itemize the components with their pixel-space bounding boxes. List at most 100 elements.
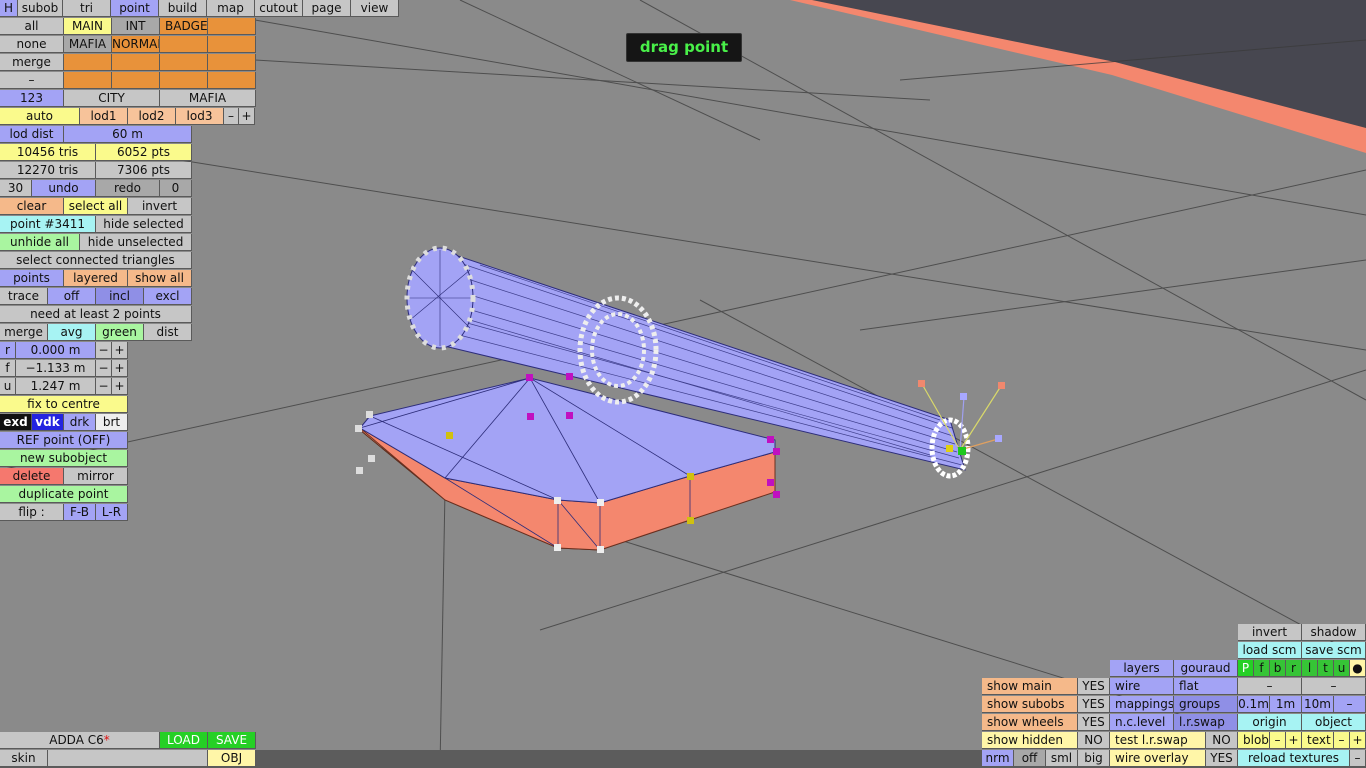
- wire-overlay-value[interactable]: YES: [1206, 750, 1238, 767]
- trace-off-button[interactable]: off: [48, 288, 96, 305]
- layer-number[interactable]: 123: [0, 90, 64, 107]
- layer-empty-6[interactable]: [160, 54, 208, 71]
- render-big-button[interactable]: big: [1078, 750, 1110, 767]
- shadow-button[interactable]: shadow: [1302, 624, 1366, 641]
- text-minus[interactable]: –: [1334, 732, 1350, 749]
- menu-tri[interactable]: tri: [63, 0, 111, 17]
- coord-f-minus[interactable]: −: [96, 360, 112, 377]
- layer-empty-3[interactable]: [208, 36, 256, 53]
- blob-minus[interactable]: –: [1270, 732, 1286, 749]
- hide-selected-button[interactable]: hide selected: [96, 216, 192, 233]
- coord-r-value[interactable]: 0.000 m: [16, 342, 96, 359]
- skin-field[interactable]: [48, 750, 208, 767]
- wire-button[interactable]: wire: [1110, 678, 1174, 695]
- obj-button[interactable]: OBJ: [208, 750, 256, 767]
- menu-h[interactable]: H: [0, 0, 18, 17]
- layer-city[interactable]: CITY: [64, 90, 160, 107]
- layer-empty-5[interactable]: [112, 54, 160, 71]
- show-main-value[interactable]: YES: [1078, 678, 1110, 695]
- select-connected-button[interactable]: select connected triangles: [0, 252, 192, 269]
- hide-unselected-button[interactable]: hide unselected: [80, 234, 192, 251]
- save-scm-button[interactable]: save scm: [1302, 642, 1366, 659]
- load-scm-button[interactable]: load scm: [1238, 642, 1302, 659]
- coord-f-plus[interactable]: +: [112, 360, 128, 377]
- view-dash-2[interactable]: –: [1302, 678, 1366, 695]
- layer-mafia-group[interactable]: MAFIA: [160, 90, 256, 107]
- gouraud-button[interactable]: gouraud: [1174, 660, 1238, 677]
- load-button[interactable]: LOAD: [160, 732, 208, 749]
- layer-empty-7[interactable]: [208, 54, 256, 71]
- render-off-button[interactable]: off: [1014, 750, 1046, 767]
- show-hidden-value[interactable]: NO: [1078, 732, 1110, 749]
- blob-plus[interactable]: +: [1286, 732, 1302, 749]
- flag-u[interactable]: u: [1334, 660, 1350, 677]
- groups-button[interactable]: groups: [1174, 696, 1238, 713]
- layer-empty-8[interactable]: [64, 72, 112, 89]
- show-hidden-label[interactable]: show hidden: [982, 732, 1078, 749]
- text-plus[interactable]: +: [1350, 732, 1366, 749]
- flag-p[interactable]: P: [1238, 660, 1254, 677]
- coord-r-plus[interactable]: +: [112, 342, 128, 359]
- layers-all-button[interactable]: all: [0, 18, 64, 35]
- show-subobs-label[interactable]: show subobs: [982, 696, 1078, 713]
- test-lr-swap-value[interactable]: NO: [1206, 732, 1238, 749]
- lod-dist-value[interactable]: 60 m: [64, 126, 192, 143]
- flag-t[interactable]: t: [1318, 660, 1334, 677]
- brt-button[interactable]: brt: [96, 414, 128, 431]
- invert-selection-button[interactable]: invert: [128, 198, 192, 215]
- render-nrm-button[interactable]: nrm: [982, 750, 1014, 767]
- redo-button[interactable]: redo: [96, 180, 160, 197]
- coord-u-value[interactable]: 1.247 m: [16, 378, 96, 395]
- blob-button[interactable]: blob: [1238, 732, 1270, 749]
- points-mode-button[interactable]: points: [0, 270, 64, 287]
- layers-dash-button[interactable]: –: [0, 72, 64, 89]
- duplicate-point-button[interactable]: duplicate point: [0, 486, 128, 503]
- lod3-button[interactable]: lod3: [176, 108, 224, 125]
- reload-textures-button[interactable]: reload textures: [1238, 750, 1350, 767]
- save-button[interactable]: SAVE: [208, 732, 256, 749]
- flag-b[interactable]: b: [1270, 660, 1286, 677]
- exd-button[interactable]: exd: [0, 414, 32, 431]
- test-lr-swap-button[interactable]: test l.r.swap: [1110, 732, 1206, 749]
- layer-int[interactable]: INT: [112, 18, 160, 35]
- flag-dot[interactable]: ●: [1350, 660, 1366, 677]
- new-subobject-button[interactable]: new subobject: [0, 450, 128, 467]
- coord-u-minus[interactable]: −: [96, 378, 112, 395]
- fix-to-centre-button[interactable]: fix to centre: [0, 396, 128, 413]
- layer-empty-1[interactable]: [208, 18, 256, 35]
- flag-l[interactable]: l: [1302, 660, 1318, 677]
- layer-empty-9[interactable]: [112, 72, 160, 89]
- view-invert-button[interactable]: invert: [1238, 624, 1302, 641]
- lod1-button[interactable]: lod1: [80, 108, 128, 125]
- unhide-all-button[interactable]: unhide all: [0, 234, 80, 251]
- wire-overlay-button[interactable]: wire overlay: [1110, 750, 1206, 767]
- show-main-label[interactable]: show main: [982, 678, 1078, 695]
- layer-empty-11[interactable]: [208, 72, 256, 89]
- mappings-button[interactable]: mappings: [1110, 696, 1174, 713]
- menu-map[interactable]: map: [207, 0, 255, 17]
- delete-button[interactable]: delete: [0, 468, 64, 485]
- lod-plus-button[interactable]: +: [239, 108, 255, 125]
- menu-subob[interactable]: subob: [18, 0, 63, 17]
- layers-merge-button[interactable]: merge: [0, 54, 64, 71]
- undo-button[interactable]: undo: [32, 180, 96, 197]
- menu-point[interactable]: point: [111, 0, 159, 17]
- clear-button[interactable]: clear: [0, 198, 64, 215]
- render-sml-button[interactable]: sml: [1046, 750, 1078, 767]
- flip-fb-button[interactable]: F-B: [64, 504, 96, 521]
- merge-dist-button[interactable]: dist: [144, 324, 192, 341]
- lr-swap-button[interactable]: l.r.swap: [1174, 714, 1238, 731]
- show-all-button[interactable]: show all: [128, 270, 192, 287]
- flag-r[interactable]: r: [1286, 660, 1302, 677]
- file-name[interactable]: ADDA C6*: [0, 732, 160, 749]
- flip-lr-button[interactable]: L-R: [96, 504, 128, 521]
- layer-empty-2[interactable]: [160, 36, 208, 53]
- layer-empty-10[interactable]: [160, 72, 208, 89]
- lod-minus-button[interactable]: –: [224, 108, 239, 125]
- menu-cutout[interactable]: cutout: [255, 0, 303, 17]
- layer-empty-4[interactable]: [64, 54, 112, 71]
- scale-10m-button[interactable]: 10m: [1302, 696, 1334, 713]
- layer-main[interactable]: MAIN: [64, 18, 112, 35]
- select-all-button[interactable]: select all: [64, 198, 128, 215]
- layer-normal[interactable]: NORMAL: [112, 36, 160, 53]
